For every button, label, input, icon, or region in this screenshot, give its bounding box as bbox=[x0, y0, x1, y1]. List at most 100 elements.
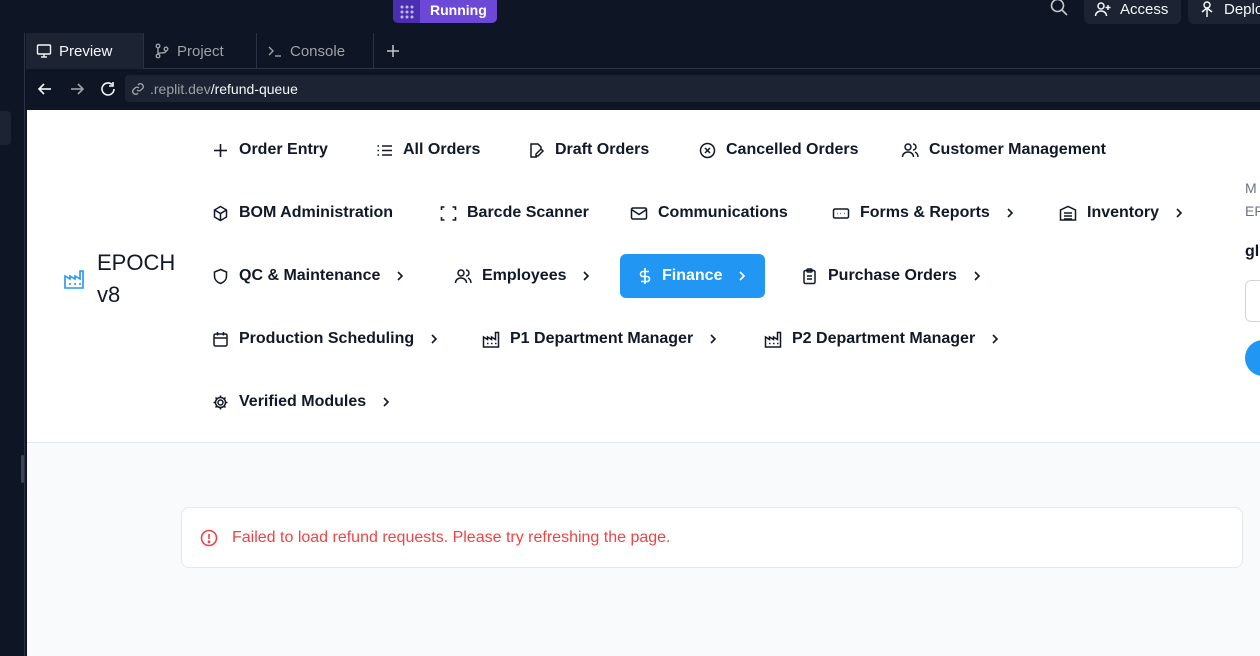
nav-p1-department-manager[interactable]: P1 Department Manager bbox=[482, 317, 719, 361]
nav-p2-department-manager[interactable]: P2 Department Manager bbox=[764, 317, 1001, 361]
user-avatar-button[interactable] bbox=[1245, 340, 1260, 376]
nav-forms-reports[interactable]: Forms & Reports bbox=[832, 191, 1016, 235]
nav-production-scheduling[interactable]: Production Scheduling bbox=[212, 317, 440, 361]
warehouse-icon bbox=[1059, 205, 1077, 221]
tab-console[interactable]: Console bbox=[257, 33, 374, 69]
pane-tabs: Preview Project Console bbox=[26, 33, 1260, 69]
back-icon[interactable] bbox=[36, 80, 54, 98]
nav-label: P2 Department Manager bbox=[792, 330, 976, 347]
nav-label: All Orders bbox=[403, 141, 481, 158]
running-button[interactable]: Running bbox=[420, 0, 497, 23]
left-rail bbox=[0, 33, 25, 656]
monitor-icon bbox=[36, 44, 52, 58]
calendar-icon bbox=[213, 331, 228, 347]
address-bar: .replit.dev/refund-queue bbox=[26, 69, 1260, 110]
chevron-right-icon bbox=[1176, 208, 1183, 218]
nav-employees[interactable]: Employees bbox=[454, 254, 592, 298]
app-preview: EPOCH v8 Order Entry All Orders Draft Or… bbox=[27, 110, 1260, 656]
mail-icon bbox=[630, 206, 648, 220]
plus-icon bbox=[387, 45, 399, 57]
forward-icon[interactable] bbox=[68, 80, 86, 98]
user-panel-name: gl bbox=[1245, 243, 1260, 260]
nav-label: QC & Maintenance bbox=[239, 267, 381, 284]
access-button[interactable]: Access bbox=[1084, 0, 1181, 24]
gear-icon bbox=[213, 395, 228, 409]
tab-label: Project bbox=[177, 42, 224, 60]
error-message: Failed to load refund requests. Please t… bbox=[232, 528, 671, 546]
nav-label: BOM Administration bbox=[239, 204, 394, 221]
package-icon bbox=[213, 205, 228, 221]
brand[interactable]: EPOCH v8 bbox=[63, 247, 177, 311]
git-branch-icon bbox=[155, 43, 169, 59]
nav-label: Forms & Reports bbox=[860, 204, 990, 221]
nav-label: Barcde Scanner bbox=[467, 204, 589, 221]
chevron-right-icon bbox=[1007, 208, 1013, 218]
tab-project[interactable]: Project bbox=[144, 33, 257, 69]
factory-icon bbox=[482, 331, 500, 348]
tab-label: Preview bbox=[59, 42, 113, 60]
chevron-right-icon bbox=[710, 334, 717, 344]
rail-item[interactable] bbox=[0, 111, 11, 145]
users-icon bbox=[454, 268, 472, 283]
stop-icon[interactable] bbox=[393, 0, 420, 23]
nav-customer-management[interactable]: Customer Management bbox=[901, 128, 1106, 172]
nav-purchase-orders[interactable]: Purchase Orders bbox=[801, 254, 983, 298]
alert-circle-icon bbox=[200, 529, 218, 546]
nav-barcode-scanner[interactable]: Barcde Scanner bbox=[440, 191, 589, 235]
user-plus-icon bbox=[1094, 2, 1111, 17]
nav-label: Purchase Orders bbox=[828, 267, 957, 284]
chevron-right-icon bbox=[583, 271, 590, 281]
deploy-icon bbox=[1201, 1, 1213, 17]
nav-order-entry[interactable]: Order Entry bbox=[212, 128, 328, 172]
nav-finance[interactable]: Finance bbox=[620, 254, 765, 298]
shield-icon bbox=[213, 268, 228, 284]
app-header: EPOCH v8 Order Entry All Orders Draft Or… bbox=[27, 110, 1260, 443]
clipboard-icon bbox=[803, 267, 816, 284]
chevron-right-icon bbox=[431, 334, 438, 344]
user-panel-input[interactable] bbox=[1245, 280, 1260, 322]
run-control[interactable]: Running bbox=[393, 0, 497, 23]
nav-label: Draft Orders bbox=[555, 141, 650, 158]
nav-inventory[interactable]: Inventory bbox=[1059, 191, 1185, 235]
error-alert: Failed to load refund requests. Please t… bbox=[181, 507, 1243, 568]
scan-icon bbox=[440, 205, 457, 221]
tab-preview[interactable]: Preview bbox=[26, 33, 144, 69]
brand-title: EPOCH bbox=[97, 250, 176, 275]
resize-handle[interactable] bbox=[21, 455, 24, 483]
chevron-right-icon bbox=[992, 334, 999, 344]
workspace-topbar: Running Access Deplo bbox=[0, 0, 1260, 33]
nav-label: Communications bbox=[658, 204, 788, 221]
search-icon[interactable] bbox=[1049, 0, 1069, 17]
chevron-right-icon bbox=[974, 271, 981, 281]
nav-label: P1 Department Manager bbox=[510, 330, 694, 347]
deploy-label: Deplo bbox=[1224, 0, 1260, 18]
chevron-right-icon bbox=[739, 271, 746, 281]
user-panel-line1: M bbox=[1245, 180, 1257, 196]
link-icon bbox=[132, 82, 144, 95]
user-panel-line2: ER bbox=[1245, 203, 1260, 219]
chevron-right-icon bbox=[397, 271, 404, 281]
factory-icon bbox=[64, 270, 84, 289]
factory-icon bbox=[764, 331, 782, 348]
nav-all-orders[interactable]: All Orders bbox=[376, 128, 480, 172]
access-label: Access bbox=[1120, 0, 1169, 18]
nav-communications[interactable]: Communications bbox=[630, 191, 788, 235]
nav-label: Cancelled Orders bbox=[726, 141, 859, 158]
url-field[interactable]: .replit.dev/refund-queue bbox=[125, 75, 1260, 102]
tab-label: Console bbox=[290, 42, 346, 60]
reload-icon[interactable] bbox=[99, 80, 117, 98]
brand-version: v8 bbox=[97, 282, 121, 307]
nav-label: Customer Management bbox=[929, 141, 1106, 158]
nav-label: Employees bbox=[482, 267, 567, 284]
nav-qc-maintenance[interactable]: QC & Maintenance bbox=[212, 254, 406, 298]
nav-draft-orders[interactable]: Draft Orders bbox=[528, 128, 649, 172]
nav-label: Order Entry bbox=[239, 141, 328, 158]
nav-bom-administration[interactable]: BOM Administration bbox=[212, 191, 393, 235]
users-icon bbox=[901, 142, 919, 157]
url-path: /refund-queue bbox=[210, 80, 298, 97]
add-tab-button[interactable] bbox=[374, 33, 412, 69]
plus-icon bbox=[214, 143, 227, 157]
deploy-button[interactable]: Deplo bbox=[1188, 0, 1260, 24]
nav-verified-modules[interactable]: Verified Modules bbox=[212, 380, 392, 424]
nav-cancelled-orders[interactable]: Cancelled Orders bbox=[699, 128, 859, 172]
